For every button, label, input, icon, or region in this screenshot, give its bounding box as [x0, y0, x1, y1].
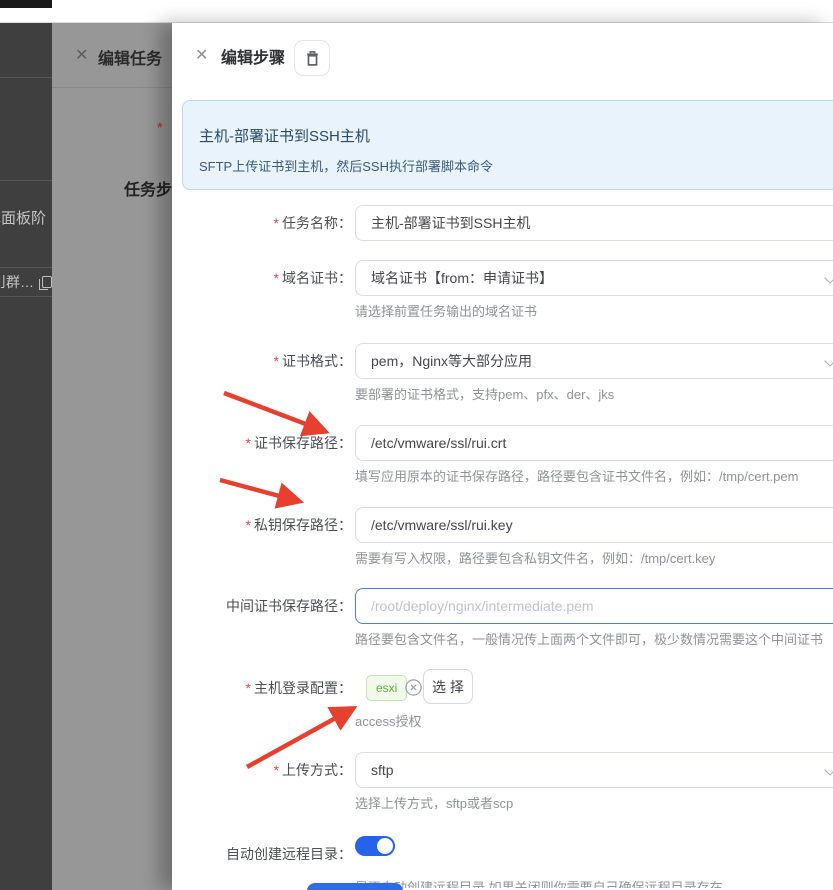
sidebar-item-label: 刂群… — [0, 274, 34, 290]
field-help: access授权 — [355, 714, 422, 729]
field-help: 要部署的证书格式，支持pem、pfx、der、jks — [355, 387, 615, 402]
upload-method-select[interactable]: sftp — [355, 752, 833, 788]
close-icon[interactable]: ✕ — [195, 45, 208, 65]
field-label: * 证书保存路径： — [245, 435, 352, 451]
task-steps-label: 任务步骤 — [124, 182, 172, 199]
field-help: 路径要包含文件名，一般情况传上面两个文件即可，极少数情况需要这个中间证书 — [355, 632, 824, 647]
sidebar-divider — [0, 267, 52, 268]
plugin-title: 主机-部署证书到SSH主机 — [199, 128, 370, 145]
required-mark: * — [273, 353, 279, 369]
copy-icon[interactable] — [39, 276, 52, 290]
required-mark: * — [245, 435, 251, 451]
intermediate-cert-path-input[interactable] — [355, 588, 833, 624]
remove-tag-icon[interactable] — [405, 679, 422, 696]
required-mark: * — [157, 119, 163, 135]
sidebar-divider — [0, 180, 52, 181]
edit-task-title: 编辑任务 — [98, 51, 163, 68]
field-help: 选择上传方式，sftp或者scp — [355, 796, 514, 811]
field-label: * 任务名称： — [273, 215, 352, 231]
sidebar-divider — [0, 296, 52, 297]
chevron-down-icon — [824, 355, 833, 367]
chevron-down-icon — [824, 764, 833, 776]
domain-cert-select[interactable]: 域名证书【from：申请证书】 — [355, 260, 833, 296]
edit-task-drawer: ✕ 编辑任务 * 任务步骤 — [52, 23, 172, 890]
auto-mkdir-toggle[interactable] — [355, 836, 395, 856]
cert-path-input[interactable] — [355, 425, 833, 461]
plugin-info-alert: 主机-部署证书到SSH主机 SFTP上传证书到主机，然后SSH执行部署脚本命令 — [182, 100, 833, 190]
host-access-tag[interactable]: esxi — [366, 675, 408, 701]
field-label: * 私钥保存路径： — [245, 517, 352, 533]
key-path-input[interactable] — [355, 507, 833, 543]
chevron-down-icon — [824, 272, 833, 284]
screen: 挥面板阶 刂群… ✕ 编辑任务 * 任务步骤 ✕ 编辑步骤 主机-部署证 — [0, 0, 833, 890]
field-label: * 域名证书： — [273, 270, 352, 286]
required-mark: * — [245, 517, 251, 533]
field-label: * 上传方式： — [273, 762, 352, 778]
cert-format-select[interactable]: pem，Nginx等大部分应用 — [355, 343, 833, 379]
trash-icon — [306, 50, 318, 66]
edit-task-header: ✕ 编辑任务 — [52, 23, 172, 88]
field-label: 中间证书保存路径： — [226, 598, 352, 614]
field-label: * 主机登录配置： — [245, 680, 352, 696]
field-label: * 证书格式： — [273, 353, 352, 369]
field-help: 填写应用原本的证书保存路径，路径要包含证书文件名，例如：/tmp/cert.pe… — [355, 469, 799, 484]
edit-step-drawer: ✕ 编辑步骤 主机-部署证书到SSH主机 SFTP上传证书到主机，然后SSH执行… — [172, 23, 833, 890]
page-top-bar — [0, 0, 833, 23]
sidebar-top-corner — [0, 0, 52, 8]
field-help: 需要有写入权限，路径要包含私钥文件名，例如：/tmp/cert.key — [355, 551, 716, 566]
required-mark: * — [245, 680, 251, 696]
delete-step-button[interactable] — [294, 40, 330, 76]
app-sidebar: 挥面板阶 刂群… — [0, 23, 52, 890]
submit-button[interactable] — [307, 883, 403, 890]
required-mark: * — [273, 270, 279, 286]
sidebar-item-cluster[interactable]: 刂群… — [0, 272, 52, 292]
plugin-description: SFTP上传证书到主机，然后SSH执行部署脚本命令 — [199, 159, 493, 174]
close-icon[interactable]: ✕ — [75, 45, 88, 65]
edit-step-title: 编辑步骤 — [221, 50, 286, 67]
task-name-input[interactable] — [355, 205, 833, 241]
field-help: 请选择前置任务输出的域名证书 — [355, 304, 538, 319]
sidebar-divider — [0, 77, 52, 78]
field-help: 是否自动创建远程目录,如果关闭则你需要自己确保远程目录存在 — [355, 880, 723, 888]
field-label: 自动创建远程目录： — [226, 846, 352, 862]
required-mark: * — [273, 215, 279, 231]
required-mark: * — [273, 762, 279, 778]
toggle-knob — [377, 838, 393, 854]
sidebar-item-panel-stage[interactable]: 挥面板阶 — [0, 207, 46, 228]
choose-host-button[interactable]: 选 择 — [423, 669, 473, 704]
